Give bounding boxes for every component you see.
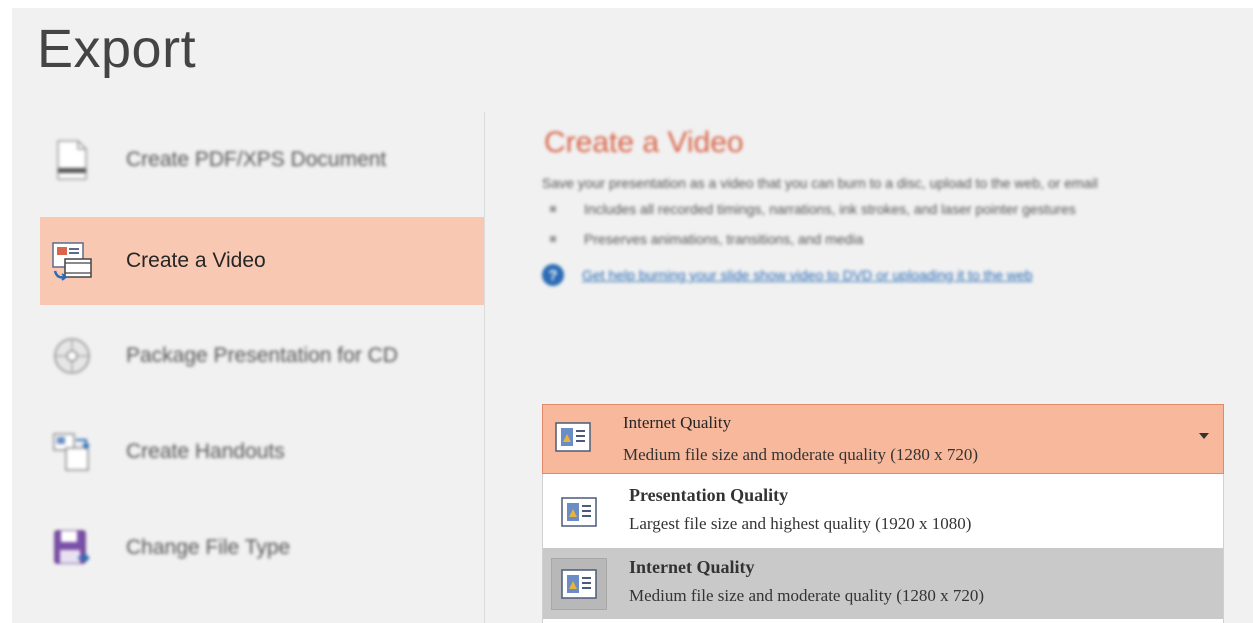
nav-item-label: Package Presentation for CD (126, 344, 398, 367)
nav-item-create-video[interactable]: Create a Video (40, 217, 484, 305)
section-heading: Create a Video (544, 126, 744, 159)
option-description: Medium file size and moderate quality (1… (629, 586, 985, 605)
section-description: Save your presentation as a video that y… (542, 175, 1098, 191)
pdf-document-icon (50, 138, 94, 182)
presentation-quality-icon (551, 486, 607, 538)
nav-item-label: Create PDF/XPS Document (126, 148, 387, 171)
export-panel: Export Create PDF/XPS Document Create a … (12, 8, 1253, 623)
option-title: Presentation Quality (629, 485, 789, 505)
quality-option-presentation[interactable]: Presentation Quality Largest file size a… (543, 476, 1223, 547)
selected-quality-description: Medium file size and moderate quality (1… (623, 445, 979, 464)
list-item: Includes all recorded timings, narration… (542, 198, 1182, 220)
option-title: Internet Quality (629, 557, 755, 577)
nav-item-label: Create a Video (126, 249, 266, 272)
nav-item-package-cd[interactable]: Package Presentation for CD (40, 312, 484, 400)
selected-quality-title: Internet Quality (623, 413, 732, 432)
handouts-icon (50, 430, 94, 474)
quality-dropdown-menu: Presentation Quality Largest file size a… (542, 474, 1224, 623)
nav-item-change-file-type[interactable]: Change File Type (40, 504, 484, 592)
list-item-text: Preserves animations, transitions, and m… (584, 231, 864, 247)
list-item-text: Includes all recorded timings, narration… (584, 201, 1076, 217)
nav-item-label: Change File Type (126, 536, 291, 559)
nav-item-create-pdf-xps[interactable]: Create PDF/XPS Document (40, 116, 484, 204)
video-icon (50, 239, 94, 283)
chevron-down-icon[interactable] (1199, 433, 1209, 439)
page-title: Export (37, 19, 197, 79)
internet-quality-icon (551, 558, 607, 610)
bullet-icon (550, 206, 556, 212)
nav-divider (484, 112, 485, 623)
nav-item-create-handouts[interactable]: Create Handouts (40, 408, 484, 496)
nav-item-label: Create Handouts (126, 440, 285, 463)
video-details: Create a Video Save your presentation as… (542, 126, 1232, 286)
list-item: Preserves animations, transitions, and m… (542, 228, 1182, 250)
help-icon: ? (542, 264, 564, 286)
feature-list: Includes all recorded timings, narration… (542, 198, 1232, 250)
quality-option-internet[interactable]: Internet Quality Medium file size and mo… (543, 548, 1223, 619)
quality-select[interactable]: Internet Quality Medium file size and mo… (542, 404, 1224, 474)
presentation-quality-icon (555, 422, 591, 457)
cd-package-icon (50, 334, 94, 378)
save-file-type-icon (50, 526, 94, 570)
option-description: Largest file size and highest quality (1… (629, 514, 972, 533)
help-link[interactable]: Get help burning your slide show video t… (582, 267, 1033, 283)
help-row: ? Get help burning your slide show video… (542, 264, 1232, 286)
bullet-icon (550, 236, 556, 242)
